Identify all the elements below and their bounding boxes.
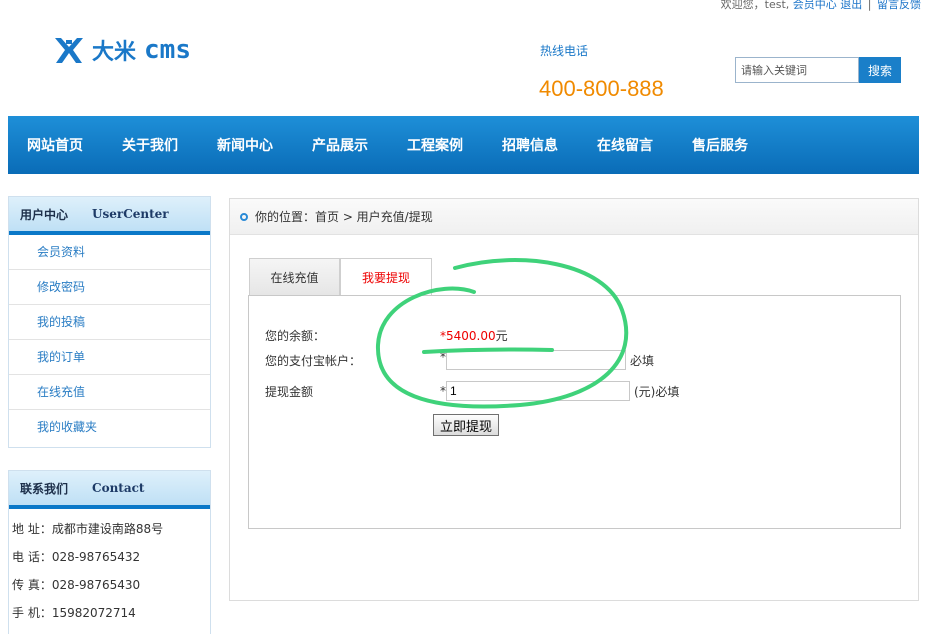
alipay-row: 您的支付宝帐户： * 必填	[265, 350, 654, 370]
search-form: 搜索	[735, 57, 901, 83]
user-center-title-en: UserCenter	[92, 207, 169, 221]
nav-item-about[interactable]: 关于我们	[122, 135, 178, 155]
breadcrumb: 你的位置：首页 > 用户充值/提现	[230, 199, 918, 235]
user-center-header: 用户中心 UserCenter	[9, 197, 210, 235]
hotline-number: 400-800-888	[539, 76, 664, 101]
main-nav: 网站首页 关于我们 新闻中心 产品展示 工程案例 招聘信息 在线留言 售后服务	[8, 116, 919, 174]
hotline-label: 热线电话	[540, 44, 589, 58]
nav-item-jobs[interactable]: 招聘信息	[502, 135, 558, 155]
site-logo[interactable]: 大米 cms	[52, 30, 191, 70]
contact-phone: 电 话：028-98765432	[12, 550, 141, 564]
separator: |	[867, 0, 872, 11]
user-center-link[interactable]: 会员中心	[793, 0, 837, 11]
contact-mobile: 手 机：15982072714	[12, 606, 136, 620]
amount-row: 提现金额 * (元)必填	[265, 381, 679, 401]
logo-person-icon	[55, 38, 83, 63]
amount-label: 提现金额	[265, 384, 314, 399]
search-input[interactable]	[735, 57, 859, 83]
balance-value: 5400.00	[446, 328, 496, 343]
breadcrumb-text: 你的位置：首页 > 用户充值/提现	[255, 210, 433, 224]
sidebar-item-favorites[interactable]: 我的收藏夹	[9, 410, 210, 445]
nav-item-cases[interactable]: 工程案例	[407, 135, 463, 155]
logout-link[interactable]: 退出	[840, 0, 862, 11]
logo-cn-text: 大米	[92, 40, 137, 65]
tab-bar: 在线充值 我要提现	[249, 258, 432, 296]
location-dot-icon	[240, 212, 248, 221]
alipay-label: 您的支付宝帐户：	[265, 353, 362, 368]
sidebar-item-submissions[interactable]: 我的投稿	[9, 305, 210, 340]
amount-input[interactable]	[446, 381, 630, 401]
contact-address: 地 址：成都市建设南路88号	[12, 522, 164, 536]
nav-item-products[interactable]: 产品展示	[312, 135, 368, 155]
sidebar-item-orders[interactable]: 我的订单	[9, 340, 210, 375]
user-center-box: 用户中心 UserCenter 会员资料 修改密码 我的投稿 我的订单 在线充值…	[8, 196, 211, 448]
amount-required-note: (元)必填	[634, 384, 680, 399]
main-panel: 你的位置：首页 > 用户充值/提现 在线充值 我要提现 您的余额： * 5400…	[229, 198, 919, 601]
balance-label: 您的余额：	[265, 329, 326, 343]
contact-title-en: Contact	[92, 481, 145, 495]
alipay-required-note: 必填	[630, 353, 655, 368]
top-bar: 欢迎您，test, 会员中心 退出 | 留言反馈	[721, 0, 921, 14]
search-button[interactable]: 搜索	[859, 57, 901, 83]
welcome-text: 欢迎您，test,	[720, 0, 790, 11]
alipay-account-input[interactable]	[446, 350, 626, 370]
sidebar-item-password[interactable]: 修改密码	[9, 270, 210, 305]
withdraw-form: 您的余额： * 5400.00 元 您的支付宝帐户： * 必填 提现金额 * (…	[248, 295, 901, 529]
contact-header: 联系我们 Contact	[9, 471, 210, 509]
contact-fax: 传 真：028-98765430	[12, 578, 141, 592]
nav-item-service[interactable]: 售后服务	[692, 135, 748, 155]
contact-title: 联系我们	[20, 481, 69, 496]
sidebar-item-recharge[interactable]: 在线充值	[9, 375, 210, 410]
logo-en-text: cms	[144, 35, 191, 65]
user-center-title: 用户中心	[20, 207, 69, 222]
submit-withdraw-button[interactable]: 立即提现	[433, 414, 500, 436]
nav-item-home[interactable]: 网站首页	[27, 135, 83, 155]
balance-row: 您的余额： * 5400.00 元	[265, 327, 508, 344]
nav-item-news[interactable]: 新闻中心	[217, 135, 273, 155]
sidebar-item-profile[interactable]: 会员资料	[9, 235, 210, 270]
nav-item-guestbook[interactable]: 在线留言	[597, 135, 653, 155]
feedback-link[interactable]: 留言反馈	[877, 0, 921, 11]
tab-recharge[interactable]: 在线充值	[249, 258, 340, 296]
contact-box: 联系我们 Contact 地 址：成都市建设南路88号 电 话：028-9876…	[8, 470, 211, 634]
tab-withdraw[interactable]: 我要提现	[340, 258, 432, 296]
balance-unit: 元	[495, 329, 508, 343]
